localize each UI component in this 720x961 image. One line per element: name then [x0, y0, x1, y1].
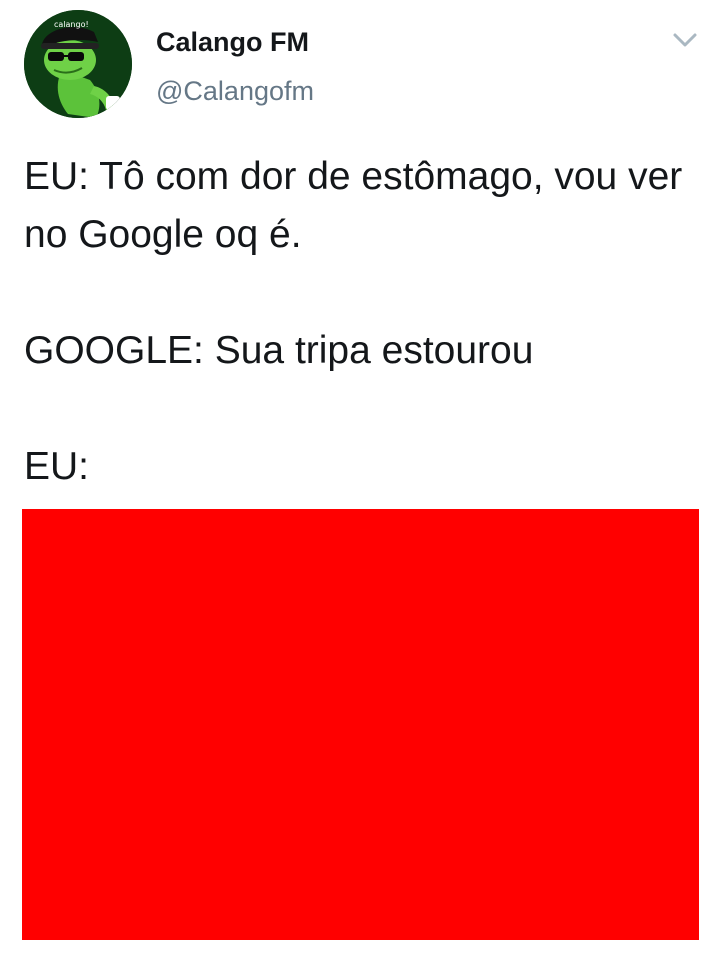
display-name[interactable]: Calango FM: [156, 26, 309, 58]
avatar[interactable]: calango!: [24, 10, 132, 118]
avatar-badge-text: calango!: [54, 20, 89, 29]
tweet-media-image[interactable]: [22, 509, 699, 940]
tweet-text-line-3: EU:: [24, 445, 90, 488]
lizard-avatar-icon: calango!: [24, 10, 132, 118]
chevron-down-icon: [673, 33, 697, 47]
tweet-menu-button[interactable]: [672, 30, 698, 50]
tweet-text-line-1: EU: Tô com dor de estômago, vou ver no G…: [24, 155, 683, 256]
tweet-text-line-2: GOOGLE: Sua tripa estourou: [24, 329, 534, 372]
user-handle[interactable]: @Calangofm: [156, 75, 314, 107]
tweet-header: calango! Calango FM @Calangofm: [0, 0, 720, 130]
tweet-text: EU: Tô com dor de estômago, vou ver no G…: [24, 148, 704, 496]
